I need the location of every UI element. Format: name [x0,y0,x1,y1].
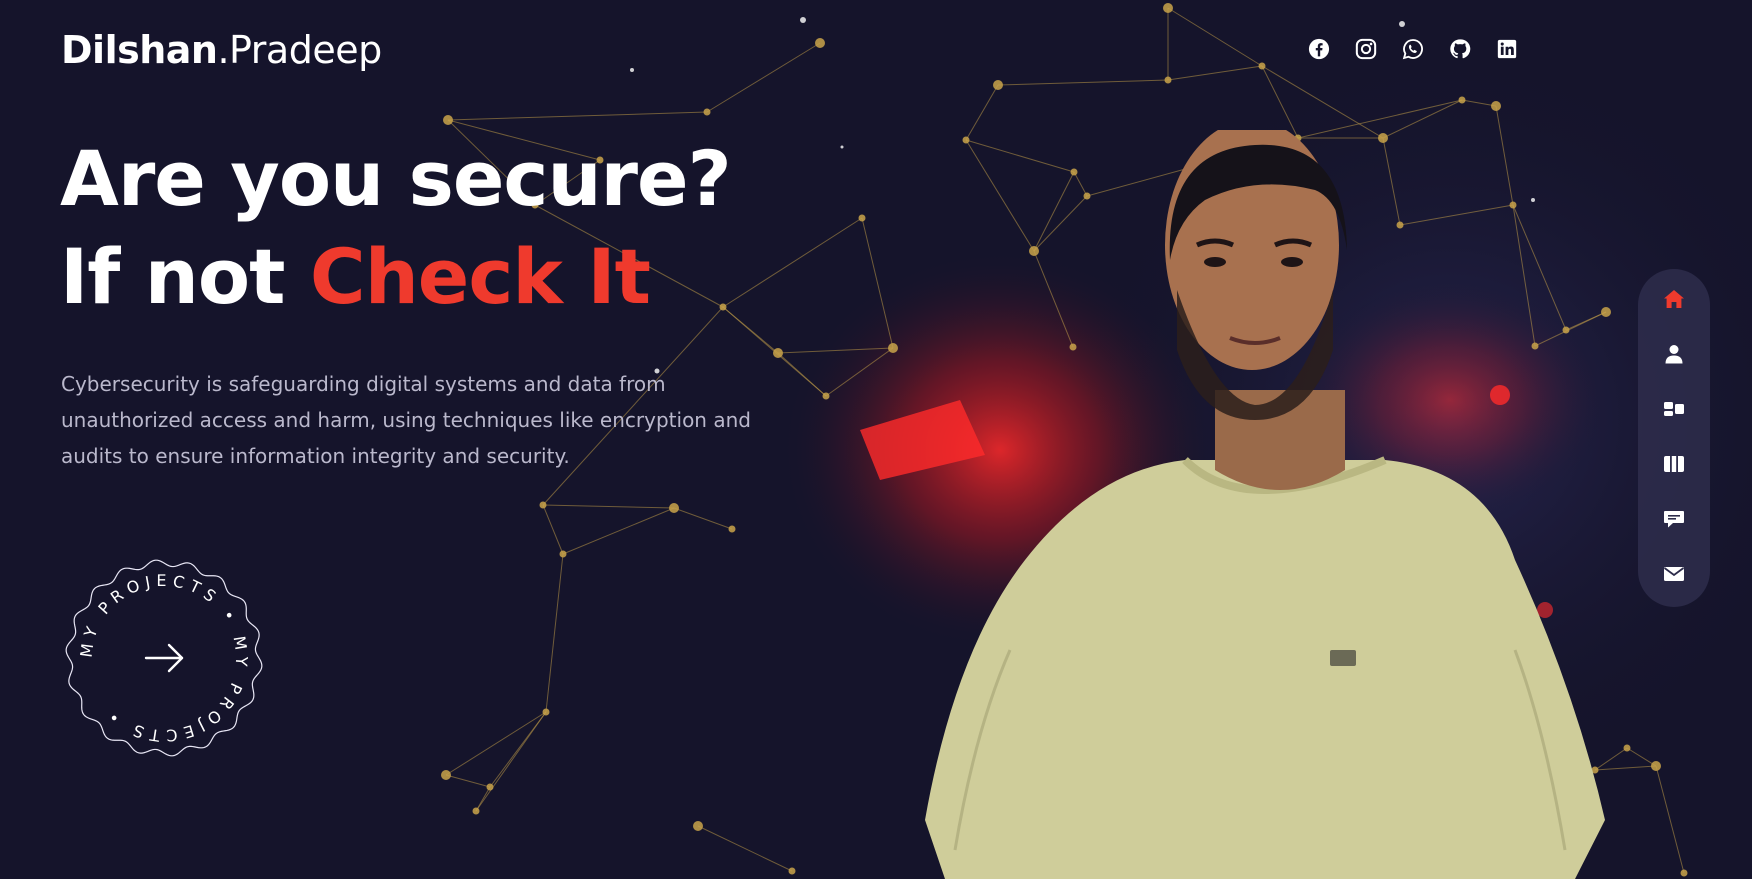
headline-line-2-prefix: If not [60,232,310,321]
network-node [1163,3,1173,13]
network-node [542,708,550,716]
whatsapp-icon[interactable] [1402,38,1424,60]
network-node [1623,744,1631,752]
columns-icon [1664,456,1684,472]
network-node [773,348,783,358]
nav-contact[interactable] [1658,558,1690,590]
network-node [443,115,453,125]
network-node [486,783,494,791]
profile-portrait [915,130,1615,879]
network-node [559,550,567,558]
network-node [1651,761,1661,771]
network-node [539,501,547,509]
instagram-icon[interactable] [1355,38,1377,60]
network-node [703,108,711,116]
network-node [815,38,825,48]
network-node [441,770,451,780]
github-icon[interactable] [1449,38,1471,60]
linkedin-icon[interactable] [1496,38,1518,60]
network-node [1491,101,1501,111]
social-links [1308,38,1518,60]
network-node [858,214,866,222]
logo-last-name: .Pradeep [217,28,382,72]
nav-services[interactable] [1658,393,1690,425]
network-node [669,503,679,513]
nav-home[interactable] [1658,283,1690,315]
side-navigation [1638,269,1710,607]
network-node [1258,62,1266,70]
chat-icon [1664,511,1684,528]
user-icon [1665,345,1683,364]
hero-headline: Are you secure? If not Check It [60,130,732,326]
network-node [1458,96,1466,104]
network-node [472,807,480,815]
my-projects-button[interactable]: MY PROJECTS • MY PROJECTS • [60,554,268,762]
mail-icon [1663,567,1685,581]
nav-about[interactable] [1658,338,1690,370]
grid-icon [1664,402,1684,416]
headline-line-1: Are you secure? [60,134,732,223]
nav-testimonials[interactable] [1658,503,1690,535]
network-node [728,525,736,533]
logo-first-name: Dilshan [61,28,218,72]
facebook-icon[interactable] [1308,38,1330,60]
network-node [1680,869,1688,877]
hero-description: Cybersecurity is safeguarding digital sy… [61,372,751,468]
headline-accent: Check It [309,232,651,321]
network-node [888,343,898,353]
network-node [822,392,830,400]
network-node [788,867,796,875]
network-node [1164,76,1172,84]
home-icon [1664,290,1684,308]
network-node [693,821,703,831]
logo[interactable]: Dilshan.Pradeep [61,28,382,72]
nav-portfolio[interactable] [1658,448,1690,480]
network-node [993,80,1003,90]
arrow-right-icon [144,643,184,673]
